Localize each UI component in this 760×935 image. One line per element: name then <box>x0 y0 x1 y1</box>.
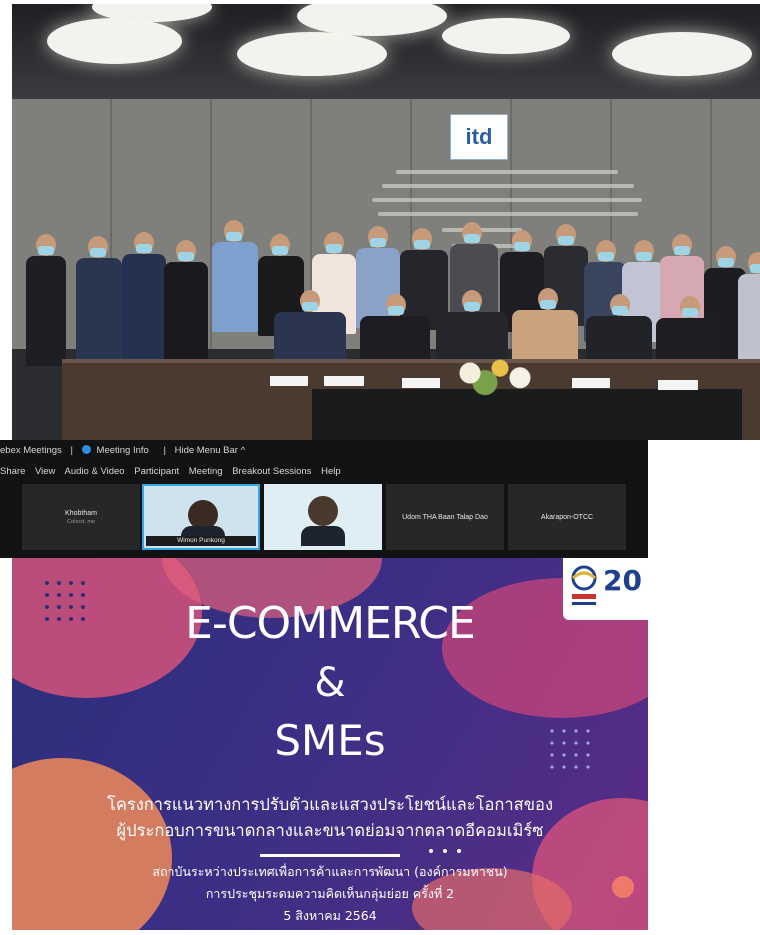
nameplate <box>572 378 610 388</box>
itd-logo: itd <box>450 114 508 160</box>
slide-title: E-COMMERCE <box>185 598 476 649</box>
slide-subtitle: SMEs <box>274 716 386 765</box>
titlebar-separator: | <box>70 445 73 456</box>
meeting-name: การประชุมระดมความคิดเห็นกลุ่มย่อย ครั้งท… <box>205 886 455 901</box>
app-title: ebex Meetings <box>0 445 62 456</box>
titlebar-separator: | <box>163 445 166 456</box>
ceiling-light <box>237 32 387 76</box>
webex-window: ebex Meetings | Meeting Info | Hide Menu… <box>0 440 648 558</box>
participant-name: Khobtham <box>65 509 97 517</box>
menu-breakout-sessions[interactable]: Breakout Sessions <box>232 466 311 477</box>
participant-face <box>308 496 338 526</box>
nameplate <box>658 380 698 390</box>
participant-tile[interactable]: Udom THA Baan Talap Dao <box>386 484 504 550</box>
nameplate <box>402 378 440 388</box>
meeting-date: 5 สิงหาคม 2564 <box>283 908 377 923</box>
info-icon <box>81 445 91 454</box>
menu-bar: Share View Audio & Video Participant Mee… <box>0 462 648 482</box>
participant-tiles: Khobtham Cohost, me Wimon Punkong Udom T… <box>22 484 626 550</box>
ceiling-light <box>612 32 752 76</box>
project-title-line-2: ผู้ประกอบการขนาดกลางและขนาดย่อมจากตลาดอี… <box>116 821 544 840</box>
group-photo: itd <box>12 4 760 440</box>
menu-help[interactable]: Help <box>321 466 341 477</box>
banner-text-line <box>372 198 642 202</box>
banner-text-line <box>396 170 618 174</box>
menu-meeting[interactable]: Meeting <box>189 466 223 477</box>
hide-menu-bar-button[interactable]: Hide Menu Bar ^ <box>175 445 245 456</box>
banner-text-line <box>382 184 634 188</box>
decorative-blob <box>12 758 172 930</box>
participant-body <box>301 526 345 546</box>
participant-video-tile[interactable]: Wimon Punkong <box>142 484 260 550</box>
meeting-info-button[interactable]: Meeting Info <box>81 445 155 456</box>
menu-audio-video[interactable]: Audio & Video <box>65 466 125 477</box>
dot-row <box>429 849 461 853</box>
nameplate <box>270 376 308 386</box>
flower-arrangement <box>440 349 540 397</box>
webex-titlebar: ebex Meetings | Meeting Info | Hide Menu… <box>0 440 648 462</box>
banner-text-line <box>442 228 522 232</box>
menu-participant[interactable]: Participant <box>134 466 179 477</box>
participant-tile[interactable]: Khobtham Cohost, me <box>22 484 140 550</box>
participant-role: Cohost, me <box>66 518 96 525</box>
ceiling-light <box>442 18 570 54</box>
slide-ampersand: & <box>314 660 346 706</box>
menu-view[interactable]: View <box>35 466 55 477</box>
logo-number: 20 <box>603 564 642 597</box>
nameplate <box>324 376 364 386</box>
menu-share[interactable]: Share <box>0 466 25 477</box>
participant-name: Akarapon-OTCC <box>540 513 594 521</box>
divider <box>260 854 400 857</box>
participant-name: Udom THA Baan Talap Dao <box>402 513 488 521</box>
participant-tile[interactable]: Akarapon-OTCC <box>508 484 626 550</box>
banner-text-line <box>378 212 638 216</box>
presentation-slide: 20 E-COMMERCE & SMEs โครงการแนวทางการปรั… <box>12 558 648 930</box>
organization-name: สถาบันระหว่างประเทศเพื่อการค้าและการพัฒน… <box>152 864 508 879</box>
participant-name: Wimon Punkong <box>146 536 256 546</box>
project-title-line-1: โครงการแนวทางการปรับตัวและแสวงประโยชน์แล… <box>106 795 553 814</box>
participant-video-tile[interactable] <box>264 484 382 550</box>
ceiling-light <box>47 18 182 64</box>
